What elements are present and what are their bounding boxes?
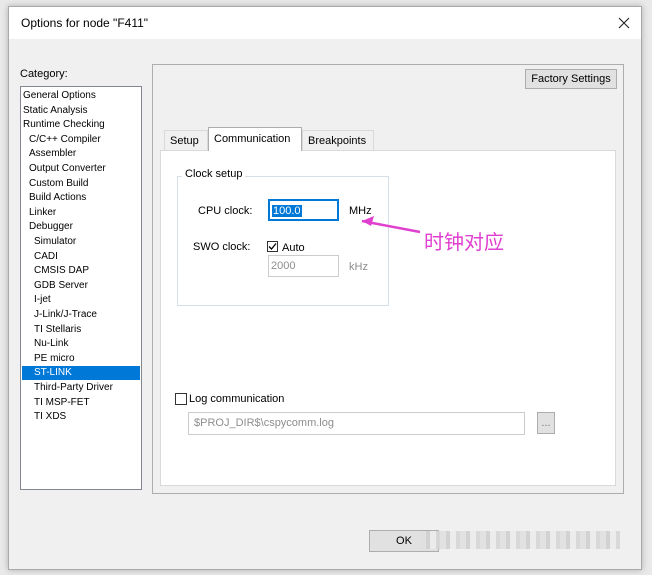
category-item[interactable]: Third-Party Driver [22,381,140,395]
cpu-clock-input[interactable]: 100.0 [268,199,339,221]
log-communication-checkbox[interactable] [175,393,187,405]
close-button[interactable] [607,7,641,39]
browse-log-button[interactable]: ... [537,412,555,434]
category-item[interactable]: TI MSP-FET [22,396,140,410]
cpu-clock-label: CPU clock: [198,205,253,217]
category-item[interactable]: GDB Server [22,279,140,293]
category-item[interactable]: I-jet [22,293,140,307]
checkmark-icon [268,243,277,250]
close-icon [618,17,630,29]
title-bar: Options for node "F411" [9,7,641,39]
swo-clock-input[interactable]: 2000 [268,255,339,277]
annotation-arrow-icon [361,216,421,234]
category-item[interactable]: Simulator [22,235,140,249]
auto-label: Auto [282,242,305,254]
category-item[interactable]: Assembler [22,147,140,161]
watermark-image [420,531,620,549]
annotation-text: 时钟对应 [424,230,504,254]
log-path-value: $PROJ_DIR$\cspycomm.log [194,417,334,429]
category-item[interactable]: Nu-Link [22,337,140,351]
category-item[interactable]: Custom Build [22,177,140,191]
tab-breakpoints[interactable]: Breakpoints [302,130,374,150]
category-item[interactable]: Debugger [22,220,140,234]
auto-checkbox[interactable] [267,241,278,252]
category-item[interactable]: General Options [22,89,140,103]
category-item[interactable]: J-Link/J-Trace [22,308,140,322]
category-item[interactable]: TI XDS [22,410,140,424]
category-item[interactable]: PE micro [22,352,140,366]
swo-clock-value: 2000 [271,260,296,272]
factory-settings-button[interactable]: Factory Settings [525,69,617,89]
tab-setup[interactable]: Setup [164,130,208,150]
category-item[interactable]: Build Actions [22,191,140,205]
tab-communication[interactable]: Communication [208,127,302,151]
log-communication-label: Log communication [189,393,285,405]
category-item[interactable]: TI Stellaris [22,323,140,337]
category-item[interactable]: Static Analysis [22,104,140,118]
log-path-input[interactable]: $PROJ_DIR$\cspycomm.log [188,412,525,435]
swo-clock-label: SWO clock: [193,241,251,253]
category-item[interactable]: ST-LINK [22,366,140,381]
category-item[interactable]: Output Converter [22,162,140,176]
category-list[interactable]: General Options Static Analysis Runtime Ch… [20,86,142,490]
category-item[interactable]: Runtime Checking [22,118,140,132]
category-item[interactable]: C/C++ Compiler [22,133,140,147]
category-item[interactable]: CADI [22,250,140,264]
category-item[interactable]: Linker [22,206,140,220]
clock-setup-label: Clock setup [182,168,246,180]
swo-clock-unit: kHz [349,261,368,273]
window-title: Options for node "F411" [21,16,149,30]
category-item[interactable]: CMSIS DAP [22,264,140,278]
cpu-clock-value: 100.0 [272,205,302,217]
category-label: Category: [20,68,68,80]
